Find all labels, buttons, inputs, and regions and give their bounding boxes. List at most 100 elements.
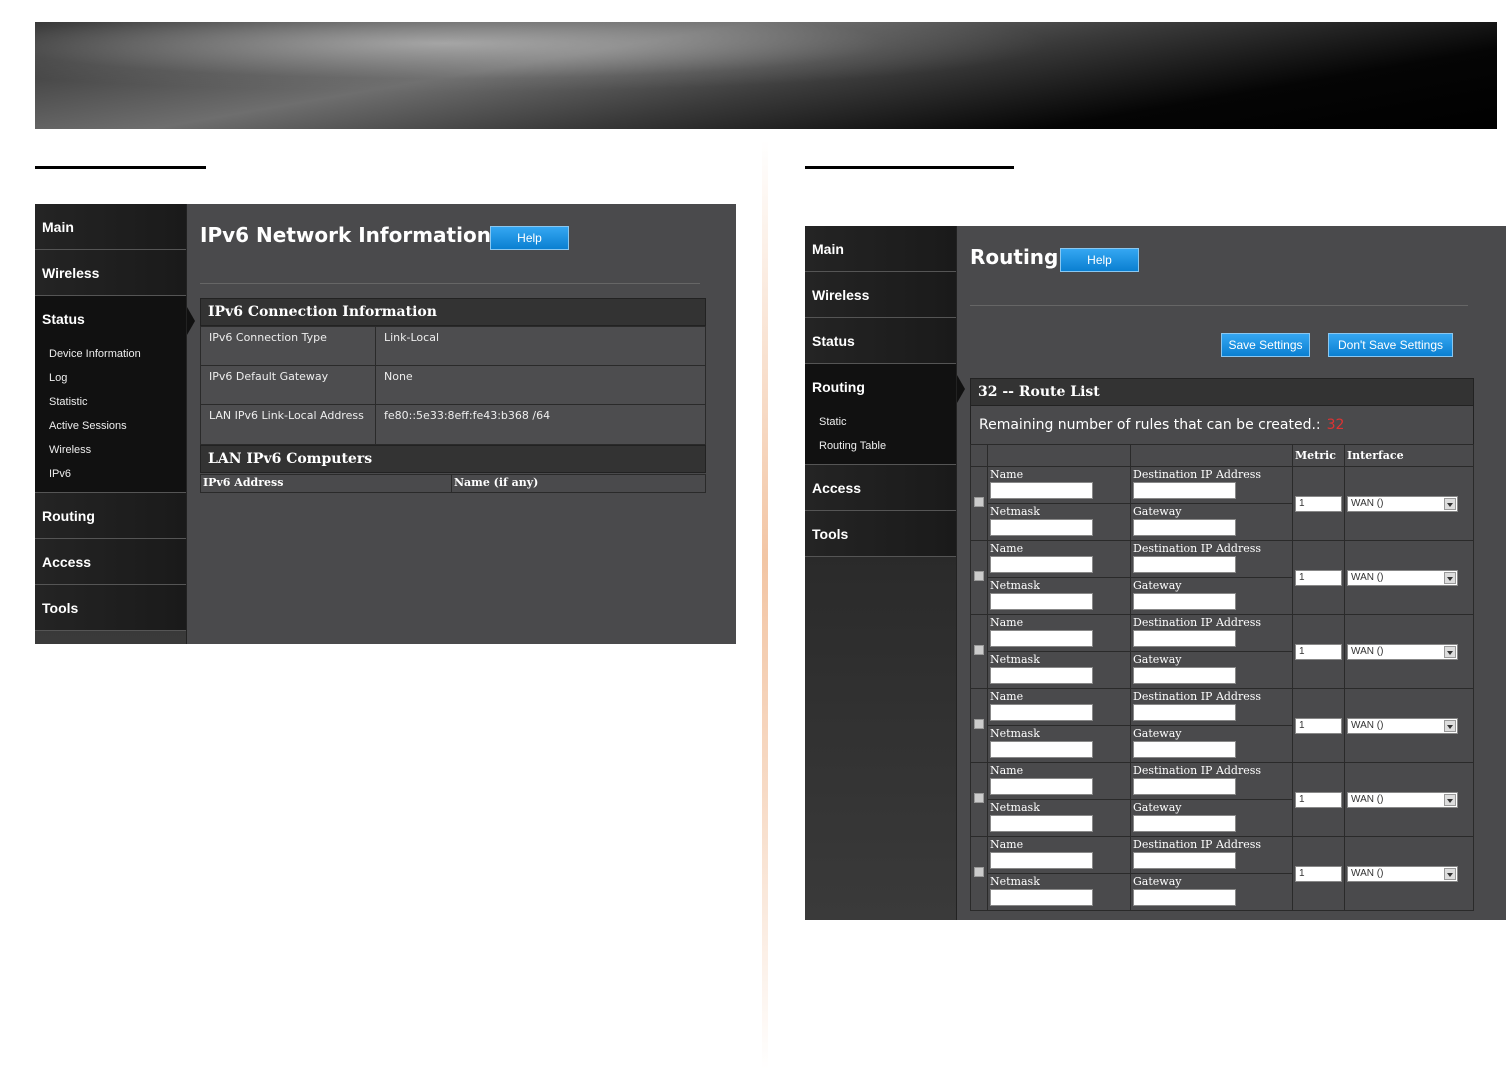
nav-tools[interactable]: Tools [35, 585, 186, 631]
metric-input[interactable]: 1 [1295, 865, 1342, 882]
route-row: Name Destination IP Address 1 WAN () [970, 614, 1474, 689]
route-metric-cell: 1 [1292, 762, 1345, 837]
name-input[interactable] [990, 556, 1093, 573]
help-button[interactable]: Help [1060, 248, 1139, 272]
interface-select[interactable]: WAN () [1347, 569, 1458, 586]
chevron-down-icon[interactable] [1444, 867, 1456, 880]
route-select-cell [970, 688, 988, 763]
nav-sub-active-sessions[interactable]: Active Sessions [35, 414, 186, 438]
route-netmask-cell: Netmask [987, 651, 1131, 689]
route-row: Name Destination IP Address 1 WAN () [970, 762, 1474, 837]
netmask-input[interactable] [990, 741, 1093, 758]
dest-ip-input[interactable] [1133, 852, 1236, 869]
chevron-down-icon[interactable] [1444, 571, 1456, 584]
title-divider [970, 305, 1468, 306]
metric-input[interactable]: 1 [1295, 717, 1342, 734]
nav-access[interactable]: Access [805, 465, 956, 511]
metric-input[interactable]: 1 [1295, 791, 1342, 808]
route-interface-cell: WAN () [1344, 614, 1474, 689]
chevron-down-icon[interactable] [1444, 497, 1456, 510]
gateway-input[interactable] [1133, 519, 1236, 536]
nav-sub-log[interactable]: Log [35, 366, 186, 390]
route-metric-cell: 1 [1292, 836, 1345, 911]
netmask-input[interactable] [990, 519, 1093, 536]
route-checkbox[interactable] [974, 867, 984, 877]
interface-select[interactable]: WAN () [1347, 865, 1458, 882]
nav-main[interactable]: Main [35, 204, 186, 250]
nav-wireless[interactable]: Wireless [35, 250, 186, 296]
route-checkbox[interactable] [974, 793, 984, 803]
netmask-input[interactable] [990, 667, 1093, 684]
route-list-header: 32 -- Route List [970, 378, 1474, 406]
dont-save-settings-button[interactable]: Don't Save Settings [1328, 333, 1453, 357]
nav-sub-device-information[interactable]: Device Information [35, 342, 186, 366]
interface-select[interactable]: WAN () [1347, 717, 1458, 734]
table-row: IPv6 Connection Type Link-Local [200, 326, 706, 366]
name-input[interactable] [990, 630, 1093, 647]
gateway-label: Gateway [1133, 727, 1182, 740]
nav-sub-routing-table[interactable]: Routing Table [805, 434, 956, 458]
netmask-input[interactable] [990, 815, 1093, 832]
route-interface-cell: WAN () [1344, 836, 1474, 911]
interface-select[interactable]: WAN () [1347, 791, 1458, 808]
route-checkbox[interactable] [974, 571, 984, 581]
dest-ip-input[interactable] [1133, 704, 1236, 721]
interface-select[interactable]: WAN () [1347, 643, 1458, 660]
dest-ip-input[interactable] [1133, 630, 1236, 647]
route-checkbox[interactable] [974, 719, 984, 729]
route-netmask-cell: Netmask [987, 873, 1131, 911]
lan-computers-columns: IPv6 Address Name (if any) [200, 474, 706, 493]
dest-ip-input[interactable] [1133, 556, 1236, 573]
interface-value: WAN () [1351, 719, 1384, 731]
connection-info-table: IPv6 Connection Type Link-Local IPv6 Def… [200, 326, 706, 445]
nav-status[interactable]: Status [805, 318, 956, 364]
sidebar: Main Wireless Status Routing Static Rout… [805, 226, 957, 920]
gateway-input[interactable] [1133, 741, 1236, 758]
route-metric-cell: 1 [1292, 688, 1345, 763]
gateway-input[interactable] [1133, 815, 1236, 832]
metric-input[interactable]: 1 [1295, 569, 1342, 586]
dest-ip-input[interactable] [1133, 778, 1236, 795]
name-input[interactable] [990, 852, 1093, 869]
gateway-input[interactable] [1133, 667, 1236, 684]
gateway-input[interactable] [1133, 889, 1236, 906]
route-metric-cell: 1 [1292, 614, 1345, 689]
nav-access[interactable]: Access [35, 539, 186, 585]
chevron-down-icon[interactable] [1444, 645, 1456, 658]
nav-sub-statistic[interactable]: Statistic [35, 390, 186, 414]
route-checkbox[interactable] [974, 645, 984, 655]
help-button[interactable]: Help [490, 226, 569, 250]
metric-input[interactable]: 1 [1295, 643, 1342, 660]
netmask-input[interactable] [990, 889, 1093, 906]
interface-value: WAN () [1351, 497, 1384, 509]
nav-routing[interactable]: Routing [35, 493, 186, 539]
nav-main[interactable]: Main [805, 226, 956, 272]
chevron-down-icon[interactable] [1444, 719, 1456, 732]
metric-input[interactable]: 1 [1295, 495, 1342, 512]
route-dest-cell: Destination IP Address [1130, 540, 1293, 578]
route-gateway-cell: Gateway [1130, 799, 1293, 837]
interface-select[interactable]: WAN () [1347, 495, 1458, 512]
page-title: Routing [970, 245, 1059, 269]
gateway-input[interactable] [1133, 593, 1236, 610]
route-name-cell: Name [987, 614, 1131, 652]
netmask-input[interactable] [990, 593, 1093, 610]
nav-wireless[interactable]: Wireless [805, 272, 956, 318]
name-input[interactable] [990, 704, 1093, 721]
col-dest-gateway [1130, 444, 1293, 467]
name-input[interactable] [990, 482, 1093, 499]
save-settings-button[interactable]: Save Settings [1221, 333, 1310, 357]
route-interface-cell: WAN () [1344, 688, 1474, 763]
nav-sub-wireless[interactable]: Wireless [35, 438, 186, 462]
nav-sub-static[interactable]: Static [805, 410, 956, 434]
nav-routing[interactable]: Routing [805, 364, 956, 410]
nav-sub-ipv6[interactable]: IPv6 [35, 462, 186, 486]
route-checkbox[interactable] [974, 497, 984, 507]
nav-tools[interactable]: Tools [805, 511, 956, 557]
chevron-down-icon[interactable] [1444, 793, 1456, 806]
nav-status[interactable]: Status [35, 296, 186, 342]
name-input[interactable] [990, 778, 1093, 795]
dest-ip-input[interactable] [1133, 482, 1236, 499]
route-dest-cell: Destination IP Address [1130, 688, 1293, 726]
connection-info-header: IPv6 Connection Information [200, 298, 706, 326]
